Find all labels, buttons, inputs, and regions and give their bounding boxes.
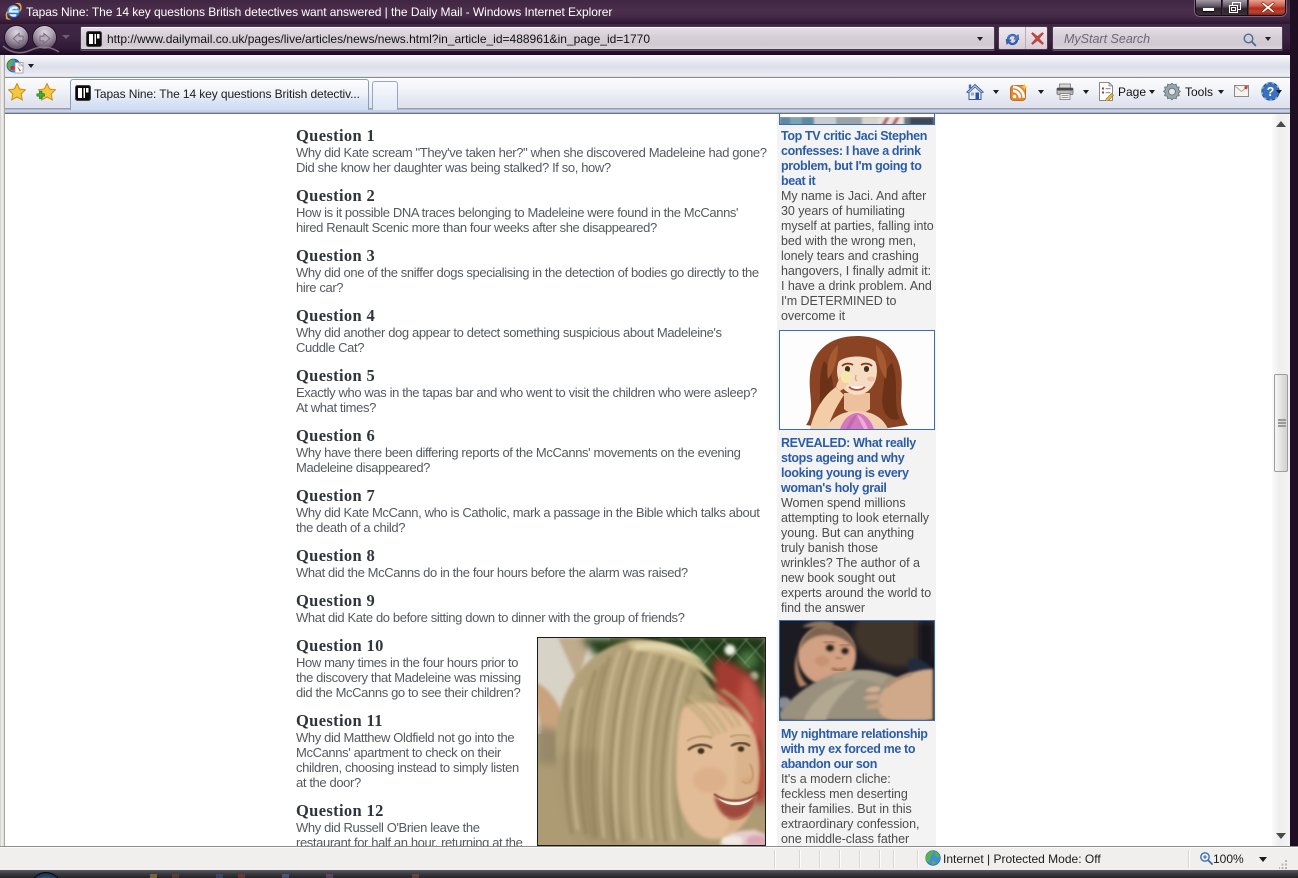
svg-text:?: ? [1267,85,1275,99]
